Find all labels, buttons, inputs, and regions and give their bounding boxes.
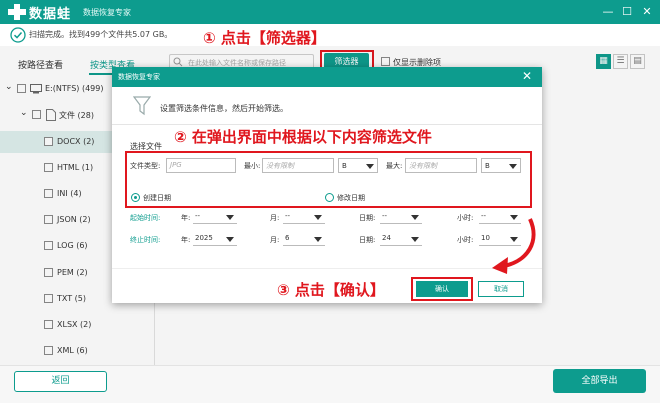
max-size-input[interactable]: 没有限制 [405, 158, 477, 173]
export-all-button[interactable]: 全部导出 [553, 369, 646, 393]
end-month-value: 6 [285, 234, 290, 242]
start-month-label: 月: [270, 214, 280, 222]
app-subtitle: 数据恢复专家 [83, 8, 131, 17]
close-window-button[interactable]: ✕ [640, 5, 654, 19]
start-year-select[interactable]: -- [193, 210, 237, 224]
end-year-select[interactable]: 2025 [193, 232, 237, 246]
chevron-down-icon [314, 215, 322, 220]
app-name: 数据蛙 [29, 7, 72, 22]
chevron-down-icon [226, 215, 234, 220]
chevron-down-icon [226, 237, 234, 242]
chevron-down-icon [509, 164, 517, 169]
annotation-step3: ③ 点击【确认】 [277, 281, 385, 299]
start-hour-label: 小时: [457, 214, 474, 222]
app-logo-icon [8, 4, 26, 20]
file-type-input[interactable]: JPG [166, 158, 236, 173]
end-month-label: 月: [270, 236, 280, 244]
chevron-down-icon [411, 215, 419, 220]
min-unit-select[interactable]: B [338, 158, 378, 173]
radio-selected-dot [134, 196, 137, 199]
created-date-radio[interactable] [131, 193, 140, 202]
end-hour-label: 小时: [457, 236, 474, 244]
check-circle-icon [10, 27, 26, 43]
cancel-button[interactable]: 取消 [478, 281, 524, 297]
end-year-label: 年: [181, 236, 191, 244]
annotation-step1: ① 点击【筛选器】 [203, 29, 326, 47]
dialog-divider [112, 124, 542, 125]
maximize-button[interactable]: ☐ [620, 5, 634, 19]
start-day-value: -- [382, 212, 388, 220]
confirm-highlight-box [411, 277, 473, 301]
start-month-select[interactable]: -- [283, 210, 325, 224]
start-day-select[interactable]: -- [380, 210, 422, 224]
curved-arrow-icon [492, 218, 536, 274]
end-time-label: 终止时间: [130, 236, 161, 244]
max-size-label: 最大: [386, 162, 403, 170]
start-hour-value: -- [481, 212, 487, 220]
chevron-down-icon [314, 237, 322, 242]
funnel-icon [133, 96, 151, 116]
modified-date-radio[interactable] [325, 193, 334, 202]
dialog-close-icon[interactable]: ✕ [520, 69, 534, 83]
end-day-label: 日期: [359, 236, 376, 244]
modified-date-label: 修改日期 [337, 194, 365, 202]
end-day-value: 24 [382, 234, 391, 242]
scan-status-text: 扫描完成。找到499个文件共5.07 GB。 [29, 30, 173, 39]
start-day-label: 日期: [359, 214, 376, 222]
chevron-down-icon [411, 237, 419, 242]
back-button[interactable]: 返回 [14, 371, 107, 392]
min-size-input[interactable]: 没有限制 [262, 158, 334, 173]
max-unit-select[interactable]: B [481, 158, 521, 173]
start-month-value: -- [285, 212, 291, 220]
dialog-description: 设置筛选条件信息，然后开始筛选。 [160, 104, 288, 113]
start-year-label: 年: [181, 214, 191, 222]
end-day-select[interactable]: 24 [380, 232, 422, 246]
annotation-step2: ② 在弹出界面中根据以下内容筛选文件 [174, 128, 432, 146]
min-size-label: 最小: [244, 162, 261, 170]
min-unit-value: B [342, 162, 347, 170]
start-year-value: -- [195, 212, 201, 220]
chevron-down-icon [366, 164, 374, 169]
file-type-label: 文件类型: [130, 162, 161, 170]
end-month-select[interactable]: 6 [283, 232, 325, 246]
minimize-button[interactable]: — [601, 5, 615, 19]
dialog-title: 数据恢复专家 [118, 73, 160, 81]
max-unit-value: B [485, 162, 490, 170]
end-hour-value: 10 [481, 234, 490, 242]
dialog-footer-divider [112, 268, 542, 269]
created-date-label: 创建日期 [143, 194, 171, 202]
start-time-label: 起始时间: [130, 214, 161, 222]
end-year-value: 2025 [195, 234, 213, 242]
dialog-titlebar [112, 67, 542, 87]
